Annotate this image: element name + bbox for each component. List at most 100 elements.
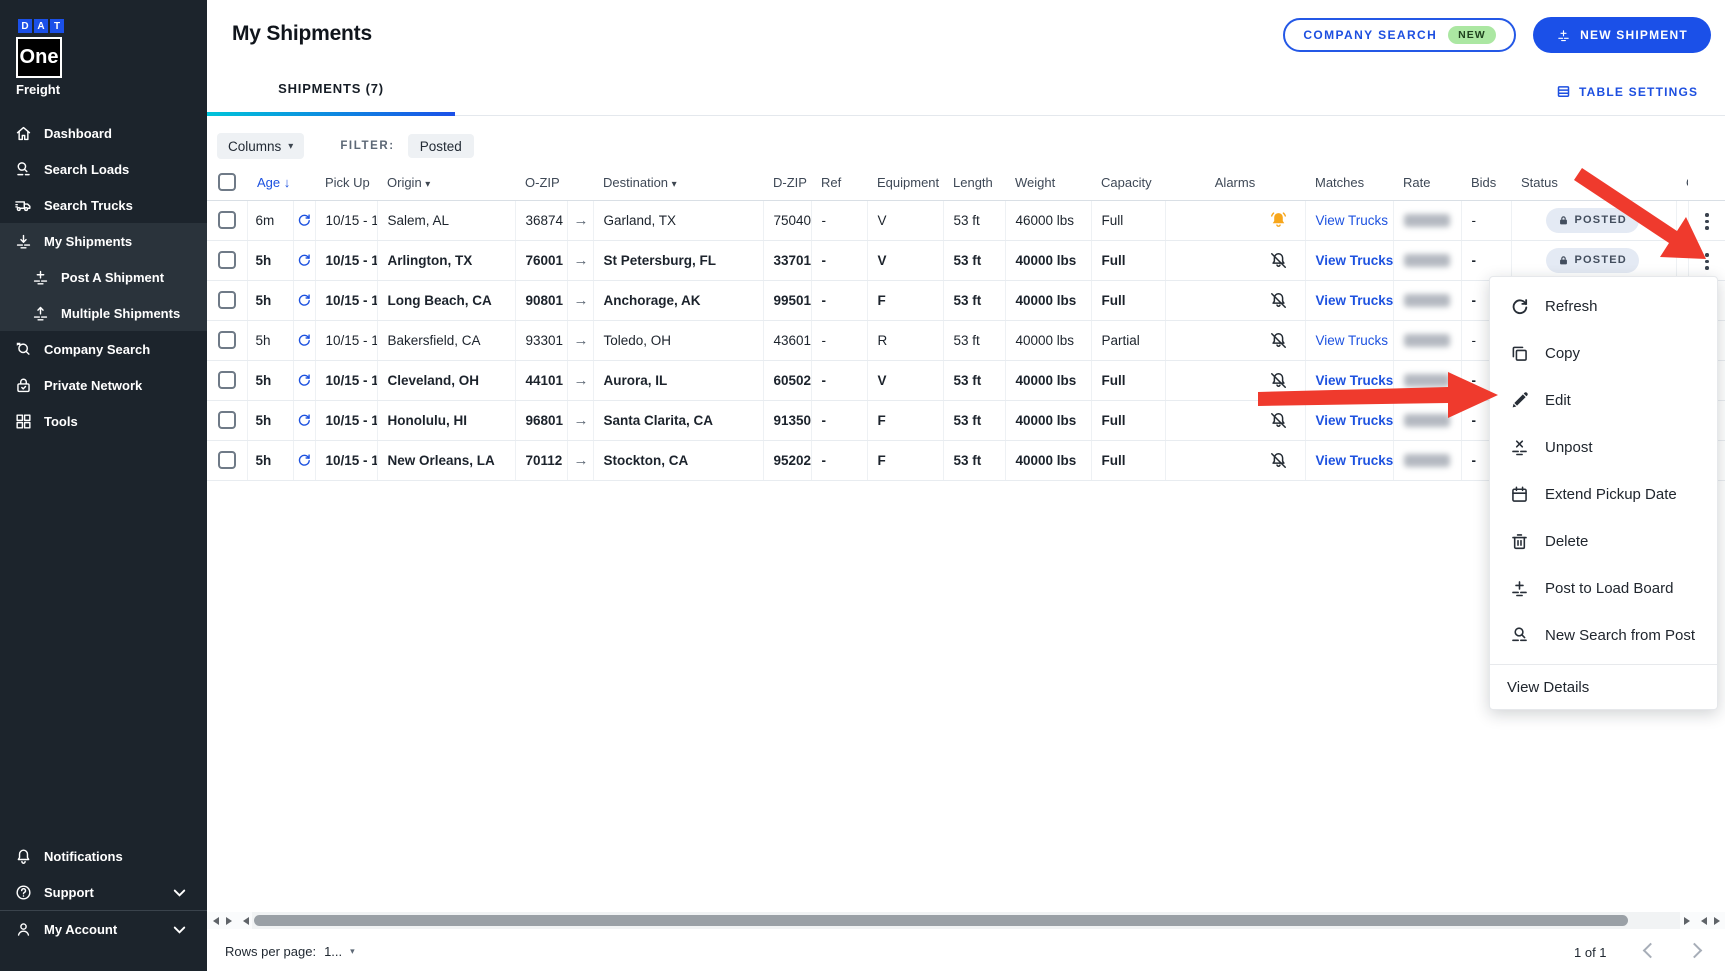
- menu-item-delete[interactable]: Delete: [1490, 518, 1717, 565]
- menu-item-post-to-load-board[interactable]: Post to Load Board: [1490, 565, 1717, 612]
- destination-cell: Toledo, OH: [593, 320, 763, 360]
- menu-item-unpost[interactable]: Unpost: [1490, 424, 1717, 471]
- view-trucks-link[interactable]: View Trucks: [1316, 293, 1394, 308]
- next-page-button[interactable]: [1687, 943, 1703, 959]
- menu-item-view-details[interactable]: View Details: [1490, 664, 1717, 709]
- row-checkbox[interactable]: [218, 451, 236, 469]
- sidebar-item-notifications[interactable]: Notifications: [0, 838, 207, 874]
- sidebar-item-my-shipments[interactable]: My Shipments: [0, 223, 207, 259]
- rate-value-blurred: [1404, 294, 1450, 307]
- sidebar-item-post-a-shipment[interactable]: Post A Shipment: [0, 259, 207, 295]
- refresh-icon: [1509, 296, 1530, 317]
- matches-cell: View Trucks: [1305, 360, 1393, 400]
- refresh-icon: [296, 292, 312, 308]
- bids-cell: -: [1461, 200, 1511, 240]
- status-cell: POSTED: [1511, 200, 1676, 240]
- sidebar-item-support[interactable]: Support: [0, 874, 207, 910]
- rows-per-page-select[interactable]: Rows per page: 1... ▾: [225, 944, 355, 959]
- refresh-icon: [296, 332, 312, 348]
- column-header-alarms: Alarms: [1165, 165, 1305, 200]
- column-header-ozip: O-ZIP: [515, 165, 567, 200]
- company-search-button[interactable]: COMPANY SEARCH NEW: [1283, 18, 1516, 52]
- menu-item-edit[interactable]: Edit: [1490, 377, 1717, 424]
- row-checkbox-cell: [207, 360, 247, 400]
- columns-dropdown-button[interactable]: Columns ▾: [217, 133, 304, 159]
- length-cell: 53 ft: [943, 200, 1005, 240]
- freight-logo-label: Freight: [16, 82, 60, 97]
- view-trucks-link[interactable]: View Trucks: [1316, 253, 1394, 268]
- sidebar-item-tools[interactable]: Tools: [0, 403, 207, 439]
- bell-off-icon: [1268, 410, 1289, 431]
- sidebar-item-label: My Shipments: [44, 234, 132, 249]
- view-trucks-link[interactable]: View Trucks: [1316, 373, 1394, 388]
- column-header-origin[interactable]: Origin ▾: [377, 165, 515, 200]
- scroll-right-button[interactable]: [1710, 912, 1725, 929]
- dzip-cell: 95202: [763, 440, 811, 480]
- row-actions-menu-button[interactable]: [1699, 207, 1715, 236]
- new-feature-badge: NEW: [1448, 26, 1496, 44]
- row-checkbox[interactable]: [218, 411, 236, 429]
- sidebar-item-search-trucks[interactable]: Search Trucks: [0, 187, 207, 223]
- view-trucks-link[interactable]: View Trucks: [1316, 413, 1394, 428]
- table-settings-button[interactable]: TABLE SETTINGS: [1556, 84, 1698, 99]
- alarm-cell: [1165, 280, 1305, 320]
- company-search-label: COMPANY SEARCH: [1303, 28, 1437, 42]
- sidebar-item-dashboard[interactable]: Dashboard: [0, 115, 207, 151]
- view-trucks-link[interactable]: View Trucks: [1316, 453, 1394, 468]
- view-trucks-link[interactable]: View Trucks: [1316, 213, 1389, 228]
- menu-item-new-search-from-post[interactable]: New Search from Post: [1490, 612, 1717, 659]
- tab-shipments[interactable]: SHIPMENTS (7): [207, 81, 455, 96]
- sidebar-item-search-loads[interactable]: Search Loads: [0, 151, 207, 187]
- person-icon: [14, 920, 33, 939]
- sidebar-item-private-network[interactable]: Private Network: [0, 367, 207, 403]
- dzip-cell: 33701: [763, 240, 811, 280]
- scrollbar-track[interactable]: [252, 912, 1680, 929]
- weight-cell: 46000 lbs: [1005, 200, 1091, 240]
- row-checkbox[interactable]: [218, 371, 236, 389]
- menu-item-label: Post to Load Board: [1545, 580, 1673, 597]
- sidebar-item-label: Post A Shipment: [61, 270, 164, 285]
- row-actions-menu-button[interactable]: [1699, 247, 1715, 276]
- refresh-cell: [293, 320, 315, 360]
- scroll-left-button[interactable]: [207, 912, 222, 929]
- table-icon: [1556, 84, 1571, 99]
- scrollbar-thumb[interactable]: [254, 915, 1628, 926]
- row-checkbox[interactable]: [218, 331, 236, 349]
- view-trucks-link[interactable]: View Trucks: [1316, 333, 1389, 348]
- row-checkbox[interactable]: [218, 211, 236, 229]
- ozip-cell: 93301: [515, 320, 567, 360]
- column-header-weight: Weight: [1005, 165, 1091, 200]
- sidebar-item-company-search[interactable]: Company Search: [0, 331, 207, 367]
- menu-item-extend-pickup-date[interactable]: Extend Pickup Date: [1490, 471, 1717, 518]
- pickup-cell: 10/15 - 10/16: [315, 320, 377, 360]
- menu-item-refresh[interactable]: Refresh: [1490, 283, 1717, 330]
- status-cell: POSTED: [1511, 240, 1676, 280]
- scroll-right-button[interactable]: [1680, 912, 1695, 929]
- rate-value-blurred: [1404, 214, 1450, 227]
- scroll-right-button[interactable]: [222, 912, 237, 929]
- sidebar-item-multiple-shipments[interactable]: Multiple Shipments: [0, 295, 207, 331]
- lock-check-icon: [14, 376, 33, 395]
- row-checkbox-cell: [207, 200, 247, 240]
- new-shipment-label: NEW SHIPMENT: [1580, 28, 1688, 42]
- copy-icon: [1509, 343, 1530, 364]
- calendar-icon: [1509, 484, 1530, 505]
- new-shipment-button[interactable]: NEW SHIPMENT: [1533, 17, 1711, 53]
- row-checkbox[interactable]: [218, 291, 236, 309]
- dat-logo: DAT: [18, 19, 64, 33]
- column-header-destination[interactable]: Destination ▾: [593, 165, 763, 200]
- column-header-capacity: Capacity: [1091, 165, 1165, 200]
- scroll-left-button[interactable]: [1695, 912, 1710, 929]
- refresh-icon: [296, 252, 312, 268]
- select-all-checkbox[interactable]: [218, 173, 236, 191]
- equipment-cell: F: [867, 280, 943, 320]
- previous-page-button[interactable]: [1643, 943, 1659, 959]
- age-cell: 5h: [247, 280, 293, 320]
- filter-chip-posted[interactable]: Posted: [408, 134, 474, 158]
- row-checkbox[interactable]: [218, 251, 236, 269]
- column-header-age[interactable]: Age ↓: [247, 165, 293, 200]
- menu-item-copy[interactable]: Copy: [1490, 330, 1717, 377]
- scroll-left-button[interactable]: [237, 912, 252, 929]
- sidebar-item-my-account[interactable]: My Account: [0, 911, 207, 947]
- chevron-down-icon: ▾: [288, 141, 293, 152]
